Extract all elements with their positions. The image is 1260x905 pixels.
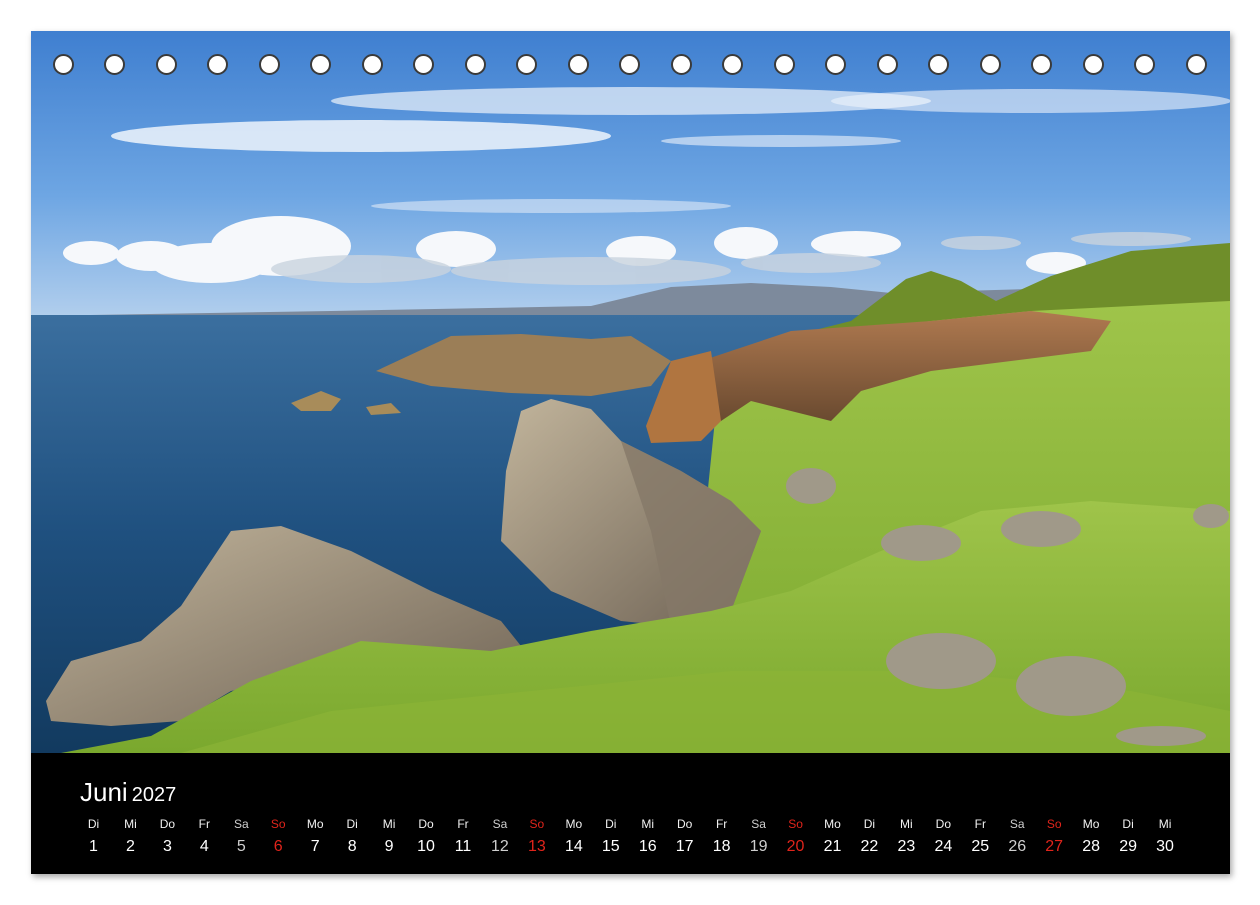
- day-number: 19: [749, 838, 768, 855]
- day-number: 15: [601, 838, 620, 855]
- weekday-label: Mi: [900, 817, 913, 831]
- day-number: 10: [417, 838, 435, 855]
- binding-hole: [104, 54, 125, 75]
- binding-hole: [310, 54, 331, 75]
- weekday-label: Do: [677, 817, 693, 831]
- weekday-label: Mo: [824, 817, 841, 831]
- day-number: 23: [897, 838, 916, 855]
- day-number: 25: [971, 838, 990, 855]
- weekday-label: Di: [863, 817, 876, 831]
- day-number: 28: [1082, 838, 1101, 855]
- day-number: 3: [162, 838, 172, 855]
- binding-hole: [980, 54, 1001, 75]
- binding-hole: [413, 54, 434, 75]
- weekday-label: Mi: [382, 817, 396, 831]
- binding-hole: [465, 54, 486, 75]
- binding-hole: [722, 54, 743, 75]
- coastal-cliffs-image: [31, 31, 1230, 753]
- day-number: 7: [310, 838, 320, 855]
- weekday-label: Di: [346, 817, 358, 831]
- binding-hole: [671, 54, 692, 75]
- weekday-label: Mi: [641, 817, 655, 831]
- day-number: 4: [199, 838, 209, 855]
- day-number: 21: [823, 838, 842, 855]
- weekday-label: Di: [1122, 817, 1134, 831]
- day-number: 13: [527, 838, 546, 855]
- binding-hole: [825, 54, 846, 75]
- weekday-label: Di: [87, 817, 100, 831]
- weekday-label: Mo: [1082, 817, 1100, 831]
- weekday-label: Sa: [233, 817, 249, 831]
- month-name: Juni: [80, 777, 128, 807]
- binding-hole: [1031, 54, 1052, 75]
- day-number: 26: [1008, 838, 1027, 855]
- calendar-strip: Juni 2027 Di 1 Mi 2 Do 3 Fr 4 Sa 5 So 6 Mo 7 Di 8 Mi 9 Do 10…: [31, 753, 1230, 874]
- day-number: 5: [236, 838, 246, 855]
- weekday-label: Fr: [457, 817, 469, 831]
- year: 2027: [131, 784, 177, 806]
- month-title: Juni 2027: [80, 777, 176, 808]
- binding-hole: [1134, 54, 1155, 75]
- weekday-label: Mi: [124, 817, 137, 831]
- day-number: 1: [89, 838, 98, 855]
- day-number: 8: [347, 838, 357, 855]
- day-number: 12: [491, 838, 509, 855]
- day-number: 9: [384, 838, 394, 855]
- day-number: 11: [454, 838, 472, 855]
- binding-hole: [619, 54, 640, 75]
- binding-hole: [1186, 54, 1207, 75]
- weekday-label: Mo: [565, 817, 583, 831]
- binding-hole: [774, 54, 795, 75]
- landscape-photo: [31, 31, 1230, 753]
- day-number: 17: [675, 838, 694, 855]
- day-number: 18: [712, 838, 731, 855]
- day-number: 22: [860, 838, 879, 855]
- day-number: 16: [638, 838, 657, 855]
- weekday-label: So: [788, 817, 803, 831]
- weekday-label: Do: [935, 817, 952, 831]
- weekday-label: Fr: [974, 817, 986, 831]
- weekday-label: Di: [605, 817, 617, 831]
- day-number: 20: [786, 838, 805, 855]
- binding-hole: [259, 54, 280, 75]
- weekday-label: Fr: [198, 817, 210, 831]
- day-number: 14: [564, 838, 583, 855]
- weekday-label: Do: [159, 817, 176, 831]
- weekday-label: Mo: [306, 817, 324, 831]
- binding-holes: [31, 54, 1230, 80]
- binding-hole: [568, 54, 589, 75]
- binding-hole: [53, 54, 74, 75]
- weekday-label: Sa: [492, 817, 508, 831]
- binding-hole: [877, 54, 898, 75]
- day-number: 2: [125, 838, 135, 855]
- binding-hole: [207, 54, 228, 75]
- day-number: 30: [1156, 838, 1174, 855]
- calendar-page: Juni 2027 Di 1 Mi 2 Do 3 Fr 4 Sa 5 So 6 Mo 7 Di 8 Mi 9 Do 10…: [31, 31, 1230, 874]
- weekday-label: Mi: [1158, 817, 1172, 831]
- day-number: 24: [934, 838, 953, 855]
- weekday-label: So: [1046, 817, 1062, 831]
- binding-hole: [156, 54, 177, 75]
- binding-hole: [928, 54, 949, 75]
- binding-hole: [516, 54, 537, 75]
- binding-hole: [1083, 54, 1104, 75]
- weekday-label: Sa: [1009, 817, 1025, 831]
- day-number: 6: [273, 838, 283, 855]
- day-number: 27: [1045, 838, 1064, 855]
- weekday-label: So: [529, 817, 545, 831]
- day-number: 29: [1119, 838, 1137, 855]
- binding-hole: [362, 54, 383, 75]
- weekday-label: Do: [418, 817, 434, 831]
- weekday-label: Fr: [715, 817, 728, 831]
- weekday-label: Sa: [751, 817, 766, 831]
- weekday-label: So: [270, 817, 286, 831]
